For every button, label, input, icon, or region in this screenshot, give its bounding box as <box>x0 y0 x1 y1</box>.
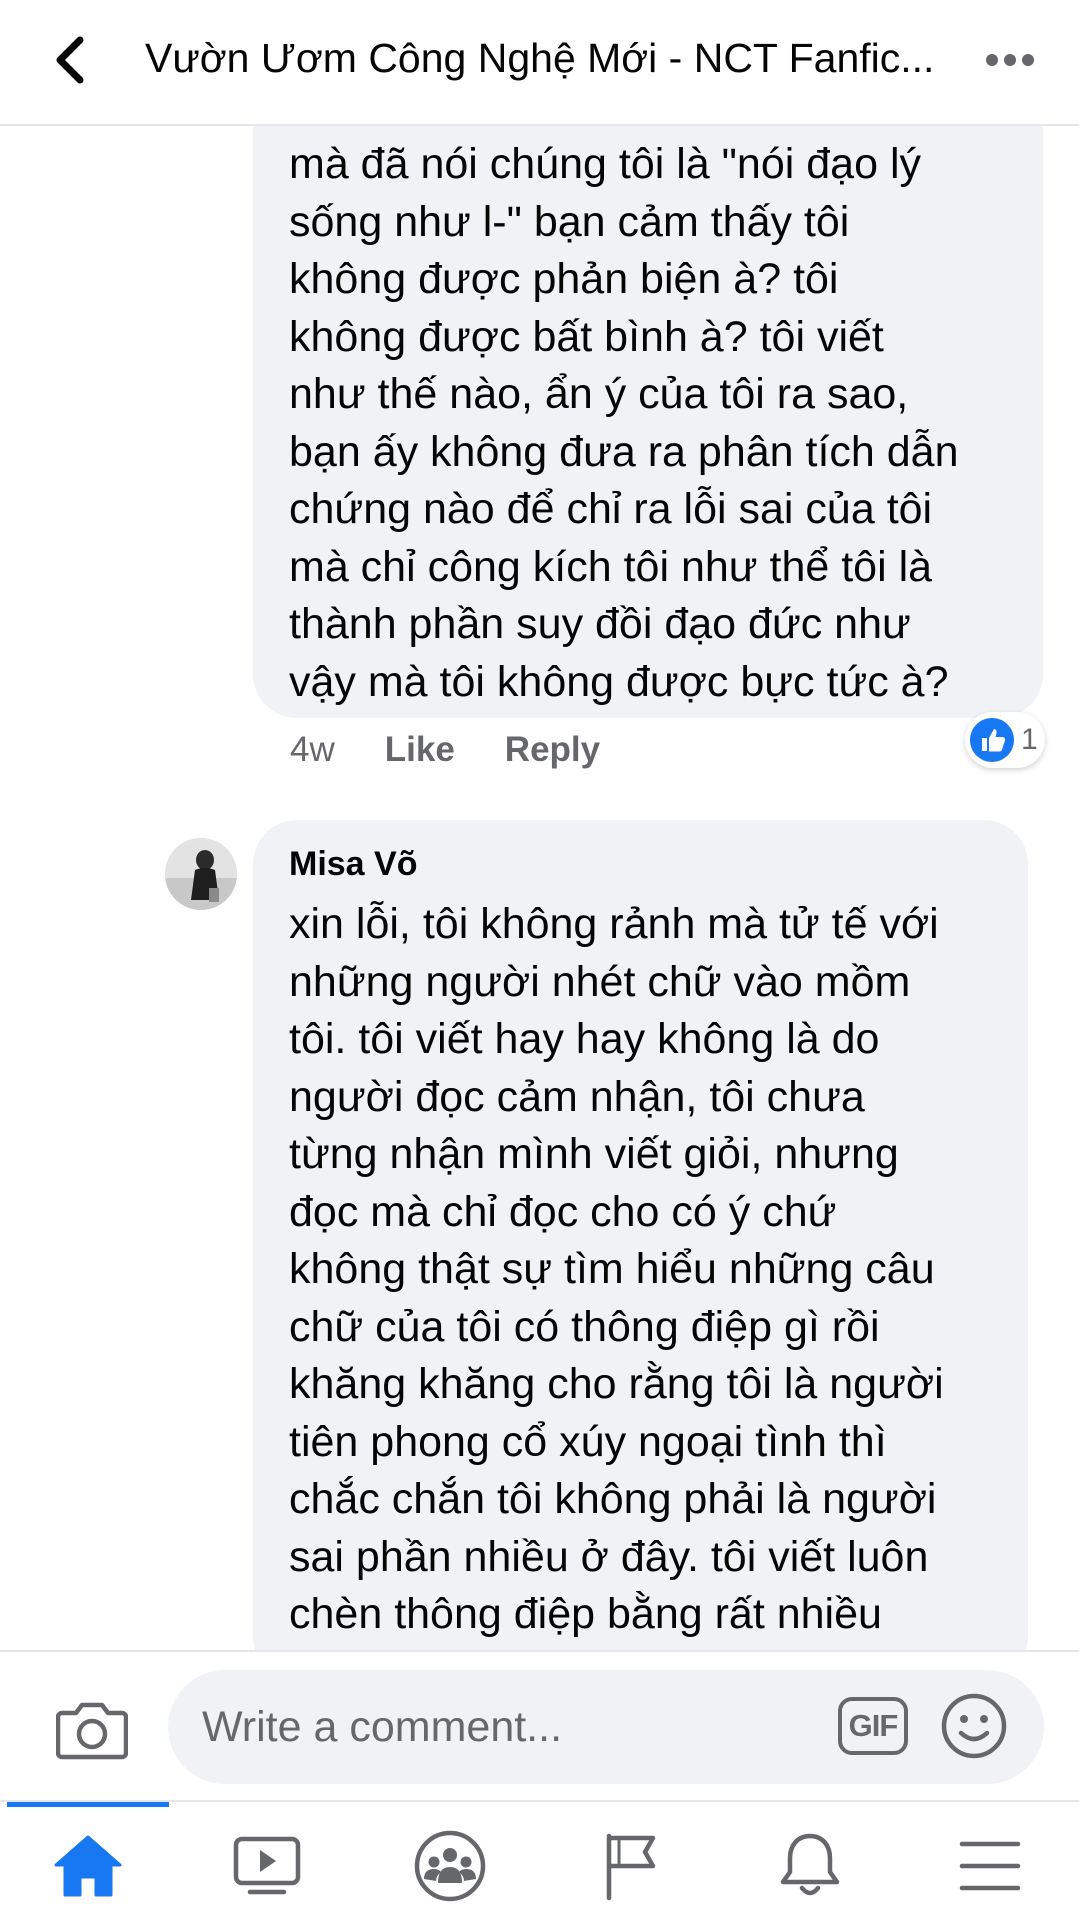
bottom-tab-bar <box>0 1800 1079 1922</box>
emoji-button[interactable] <box>940 1692 1008 1760</box>
more-options-button[interactable] <box>980 30 1040 90</box>
reaction-summary[interactable]: 1 <box>965 712 1045 768</box>
menu-icon <box>959 1841 1021 1891</box>
pages-flag-icon <box>606 1833 656 1901</box>
video-icon <box>233 1836 301 1895</box>
comment-author[interactable]: Misa Võ <box>289 844 417 884</box>
comment-bubble: Misa Võ xin lỗi, tôi không rảnh mà tử tế… <box>253 820 1028 1680</box>
comment-placeholder: Write a comment... <box>202 1703 563 1751</box>
comment-composer: Write a comment... GIF <box>0 1650 1079 1802</box>
avatar-photo <box>165 838 237 910</box>
active-tab-indicator <box>7 1802 169 1807</box>
tab-video[interactable] <box>222 1826 312 1906</box>
comment-actions: 4w Like Reply <box>290 728 650 772</box>
groups-icon <box>414 1830 486 1902</box>
tab-notifications[interactable] <box>765 1826 855 1906</box>
comment-input[interactable]: Write a comment... GIF <box>168 1670 1044 1784</box>
like-reaction-icon <box>970 718 1014 762</box>
notifications-bell-icon <box>780 1833 840 1896</box>
chevron-left-icon <box>56 36 84 84</box>
tab-menu[interactable] <box>945 1826 1035 1906</box>
tab-pages[interactable] <box>585 1826 675 1906</box>
top-bar: Vườn Ươm Công Nghệ Mới - NCT Fanfic... <box>0 0 1079 126</box>
comment-text: xin lỗi, tôi không rảnh mà tử tế với nhữ… <box>289 900 944 1638</box>
emoji-icon <box>941 1693 1007 1759</box>
like-button[interactable]: Like <box>385 730 455 770</box>
comment-text: mà đã nói chúng tôi là "nói đạo lý sống … <box>289 140 959 706</box>
page-title: Vườn Ươm Công Nghệ Mới - NCT Fanfic... <box>145 35 935 81</box>
back-button[interactable] <box>40 30 100 90</box>
camera-button[interactable] <box>52 1694 132 1766</box>
gif-button[interactable]: GIF <box>838 1697 908 1755</box>
tab-groups[interactable] <box>405 1826 495 1906</box>
home-icon <box>54 1835 122 1897</box>
comment-bubble: mà đã nói chúng tôi là "nói đạo lý sống … <box>253 60 1043 718</box>
reply-button[interactable]: Reply <box>505 730 600 770</box>
tab-home[interactable] <box>43 1826 133 1906</box>
camera-icon <box>56 1702 128 1760</box>
avatar[interactable] <box>165 838 237 910</box>
reaction-count: 1 <box>1021 723 1038 756</box>
comment-time: 4w <box>290 730 335 769</box>
more-horizontal-icon <box>986 54 1034 66</box>
